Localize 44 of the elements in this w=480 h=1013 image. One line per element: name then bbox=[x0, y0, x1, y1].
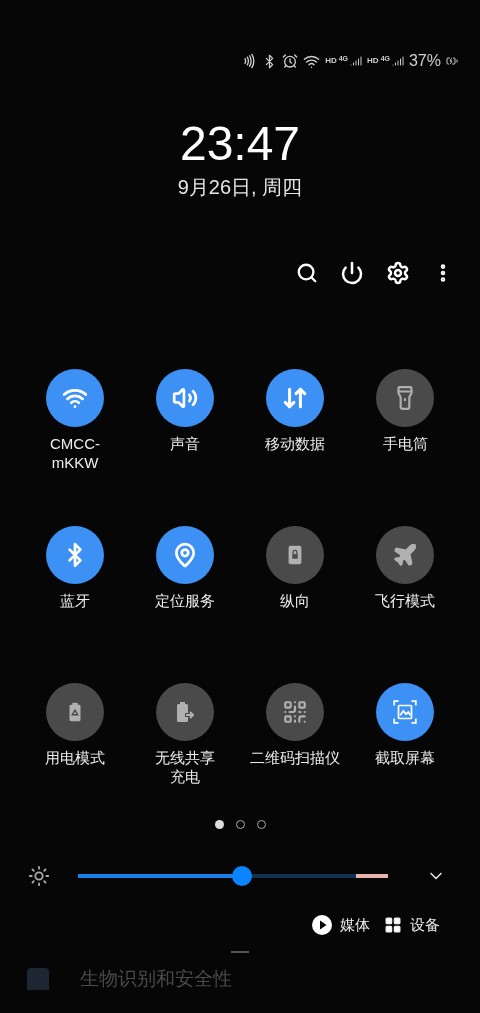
quick-toggle[interactable] bbox=[156, 526, 214, 584]
toggle-label: 充电 bbox=[170, 767, 200, 786]
settings-item-text: 生物识别和安全性 bbox=[80, 967, 232, 991]
toggle-label: 用电模式 bbox=[45, 748, 105, 767]
toggle-label: 飞行模式 bbox=[375, 591, 435, 610]
quick-toggle[interactable] bbox=[266, 369, 324, 427]
brightness-icon bbox=[28, 865, 50, 887]
battery-percent: 37% bbox=[408, 51, 441, 71]
screenshot-icon bbox=[392, 699, 418, 725]
hd-label: HD bbox=[325, 55, 337, 67]
toggle-label: mKKW bbox=[51, 453, 99, 472]
alarm-icon bbox=[282, 53, 299, 69]
speaker-icon bbox=[172, 385, 198, 411]
quick-toggle[interactable] bbox=[376, 683, 434, 741]
shield-icon bbox=[27, 968, 49, 991]
airplane-icon bbox=[392, 542, 418, 568]
signal-icon bbox=[350, 54, 363, 68]
search-icon[interactable] bbox=[296, 262, 318, 284]
qr-code-icon bbox=[282, 699, 308, 725]
devices-icon bbox=[384, 916, 402, 934]
toggle-label: 手电筒 bbox=[382, 434, 428, 453]
toggle-label: 纵向 bbox=[280, 591, 310, 610]
toggle-label: 蓝牙 bbox=[60, 591, 90, 610]
play-icon bbox=[312, 915, 332, 935]
clock-date: 9月26日, 周四 bbox=[177, 175, 303, 200]
drag-handle[interactable] bbox=[231, 951, 249, 953]
quick-toggle[interactable] bbox=[46, 526, 104, 584]
settings-icon[interactable] bbox=[386, 261, 410, 285]
toggle-label: CMCC- bbox=[50, 434, 100, 453]
toggle-label: 无线共享 bbox=[155, 748, 215, 767]
arrows-icon bbox=[282, 385, 308, 411]
media-button[interactable]: 媒体 bbox=[312, 913, 370, 937]
toggle-label: 二维码扫描仪 bbox=[250, 748, 340, 767]
toggle-label: 移动数据 bbox=[265, 434, 325, 453]
quick-toggle[interactable] bbox=[156, 369, 214, 427]
quick-toggle[interactable] bbox=[46, 369, 104, 427]
devices-button[interactable]: 设备 bbox=[384, 913, 440, 937]
hd-label: HD bbox=[367, 55, 379, 67]
location-pin-icon bbox=[172, 542, 198, 568]
power-icon[interactable] bbox=[340, 261, 364, 285]
toggle-label: 定位服务 bbox=[155, 591, 215, 610]
toggle-label: 声音 bbox=[170, 434, 200, 453]
clock-time: 23:47 bbox=[179, 118, 301, 170]
toggle-label: 截取屏幕 bbox=[375, 748, 435, 767]
